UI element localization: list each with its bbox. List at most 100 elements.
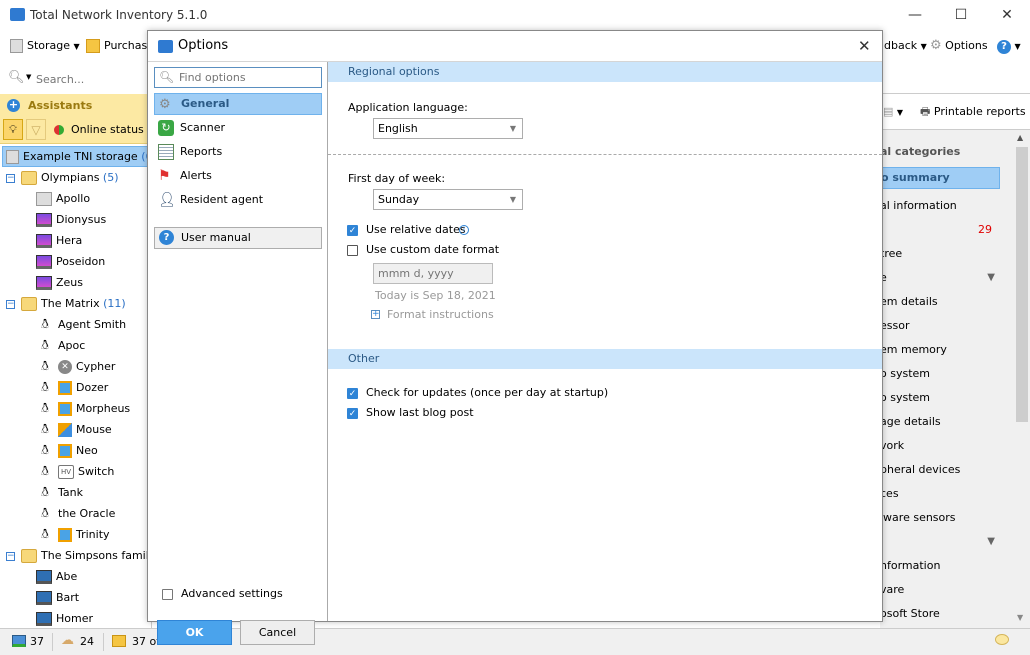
scrollbar-thumb[interactable] <box>1016 147 1028 422</box>
tree-item[interactable]: 🐧︎ the Oracle <box>36 503 115 524</box>
show-blog-post-checkbox[interactable]: ✓ <box>347 408 358 419</box>
info-icon[interactable]: i <box>459 225 469 235</box>
category-item[interactable]: al information <box>880 197 957 215</box>
category-group[interactable]: e ▼ <box>880 269 995 287</box>
check-updates-label[interactable]: Check for updates (once per day at start… <box>366 386 608 399</box>
scroll-down-arrow[interactable]: ▼ <box>1017 613 1023 622</box>
tree-group[interactable]: − The Matrix (11) <box>6 293 126 314</box>
chat-bubble-icon[interactable] <box>995 634 1009 645</box>
collapse-icon[interactable]: − <box>6 299 15 309</box>
online-status-label[interactable]: Online status <box>71 123 144 136</box>
tree-item[interactable]: Abe <box>36 566 77 587</box>
nav-alerts[interactable]: ⚑ Alerts <box>154 165 322 187</box>
category-selected[interactable]: o summary <box>880 167 1000 189</box>
date-format-input[interactable] <box>373 263 493 284</box>
filter-toggle[interactable]: ▽ <box>26 119 46 140</box>
dialog-title-bar: Options ✕ <box>148 31 882 62</box>
format-instructions-link[interactable]: Format instructions <box>387 308 494 321</box>
chevron-down-icon[interactable]: ▼ <box>987 533 995 551</box>
category-item[interactable]: essor <box>880 317 909 335</box>
nav-general[interactable]: ⚙ General <box>154 93 322 115</box>
close-button[interactable]: ✕ <box>984 0 1030 31</box>
relative-dates-label[interactable]: Use relative dates <box>366 223 466 236</box>
tree-item[interactable]: 🐧︎ Neo <box>36 440 98 461</box>
purchase-button[interactable]: Purchase <box>86 37 154 55</box>
scrollbar[interactable]: ▲ ▼ <box>1014 133 1030 628</box>
tree-item[interactable]: Bart <box>36 587 79 608</box>
help-menu-button[interactable]: ? ▼ <box>997 37 1021 55</box>
nav-resident-agent[interactable]: 👤︎ Resident agent <box>154 189 322 211</box>
dialog-close-button[interactable]: ✕ <box>858 37 871 55</box>
category-item[interactable]: 29 <box>880 221 992 239</box>
tree-root[interactable]: Example TNI storage (61) <box>2 146 164 167</box>
collapse-icon[interactable]: − <box>6 551 15 561</box>
category-item[interactable]: lware sensors <box>880 509 956 527</box>
scroll-up-arrow[interactable]: ▲ <box>1017 133 1023 142</box>
relative-dates-checkbox[interactable]: ✓ <box>347 225 358 236</box>
options-button[interactable]: ⚙ Options <box>930 37 988 55</box>
category-item[interactable]: vare <box>880 581 904 599</box>
tree-item[interactable]: 🐧︎ ✕ Cypher <box>36 356 115 377</box>
tree-group[interactable]: −The Simpsons family (7 <box>6 545 152 566</box>
category-item[interactable]: o system <box>880 365 930 383</box>
category-group[interactable]: ▼ <box>880 533 995 551</box>
printable-reports-button[interactable]: 🖶︎ Printable reports <box>920 103 1026 121</box>
tree-item[interactable]: 🐧︎ Dozer <box>36 377 108 398</box>
first-day-dropdown[interactable]: Sunday ▼ <box>373 189 523 210</box>
tree-item[interactable]: Zeus <box>36 272 83 293</box>
tree-item[interactable]: 🐧︎ Tank <box>36 482 83 503</box>
nav-scanner[interactable]: ↻ Scanner <box>154 117 322 139</box>
assistants-panel: + Assistants 💡︎ ▽ Online status <box>0 94 152 144</box>
tree-item[interactable]: Hera <box>36 230 82 251</box>
find-options-input[interactable] <box>179 70 319 85</box>
category-item[interactable]: o system <box>880 389 930 407</box>
cancel-button[interactable]: Cancel <box>240 620 315 645</box>
search-input[interactable] <box>36 70 146 88</box>
advanced-settings-checkbox[interactable] <box>162 589 173 600</box>
custom-date-format-checkbox[interactable] <box>347 245 358 256</box>
ok-button[interactable]: OK <box>157 620 232 645</box>
tree-group[interactable]: − Olympians (5) <box>6 167 119 188</box>
tree-item[interactable]: Homer <box>36 608 93 629</box>
feedback-menu-button[interactable]: dback ▼ <box>884 37 927 55</box>
language-dropdown[interactable]: English ▼ <box>373 118 523 139</box>
nav-reports[interactable]: Reports <box>154 141 322 163</box>
lightbulb-toggle[interactable]: 💡︎ <box>3 119 23 140</box>
category-item[interactable]: osoft Store <box>880 605 940 623</box>
tree-item[interactable]: 🐧︎ Mouse <box>36 419 112 440</box>
tree-item[interactable]: 🐧︎ Trinity <box>36 524 110 545</box>
category-item[interactable]: em details <box>880 293 938 311</box>
advanced-settings-label[interactable]: Advanced settings <box>181 587 283 600</box>
export-menu-button[interactable]: ▤ ▼ <box>883 103 903 121</box>
minimize-button[interactable]: — <box>892 0 938 31</box>
online-status-icon <box>54 125 64 135</box>
tree-item[interactable]: 🐧︎ HV Switch <box>36 461 114 482</box>
chevron-down-icon[interactable]: ▼ <box>987 269 995 287</box>
plus-circle-icon[interactable]: + <box>7 99 20 112</box>
show-blog-post-label[interactable]: Show last blog post <box>366 406 474 419</box>
storage-menu-button[interactable]: Storage ▼ <box>10 37 80 55</box>
category-item[interactable]: em memory <box>880 341 947 359</box>
help-icon: ? <box>159 230 174 245</box>
tree-item-label: Hera <box>56 234 83 247</box>
find-options-field[interactable]: 🔍︎ <box>154 67 322 88</box>
expand-icon[interactable]: + <box>371 310 380 319</box>
check-updates-checkbox[interactable]: ✓ <box>347 388 358 399</box>
category-item[interactable]: pheral devices <box>880 461 960 479</box>
tree-item[interactable]: Poseidon <box>36 251 105 272</box>
tree-item[interactable]: 🐧︎ Agent Smith <box>36 314 126 335</box>
category-item[interactable]: age details <box>880 413 941 431</box>
collapse-icon[interactable]: − <box>6 173 15 183</box>
maximize-button[interactable]: ☐ <box>938 0 984 31</box>
tree-item[interactable]: 🐧︎ Morpheus <box>36 398 130 419</box>
category-item[interactable]: vork <box>880 437 904 455</box>
tree-item[interactable]: Apollo <box>36 188 90 209</box>
tree-item[interactable]: 🐧︎ Apoc <box>36 335 85 356</box>
tree-item[interactable]: Dionysus <box>36 209 106 230</box>
chevron-down-icon[interactable]: ▼ <box>26 73 31 81</box>
user-manual-button[interactable]: ? User manual <box>154 227 322 249</box>
custom-date-format-label[interactable]: Use custom date format <box>366 243 499 256</box>
categories-title: al categories <box>880 145 961 158</box>
category-item[interactable]: tree <box>880 245 902 263</box>
category-item[interactable]: nformation <box>880 557 940 575</box>
